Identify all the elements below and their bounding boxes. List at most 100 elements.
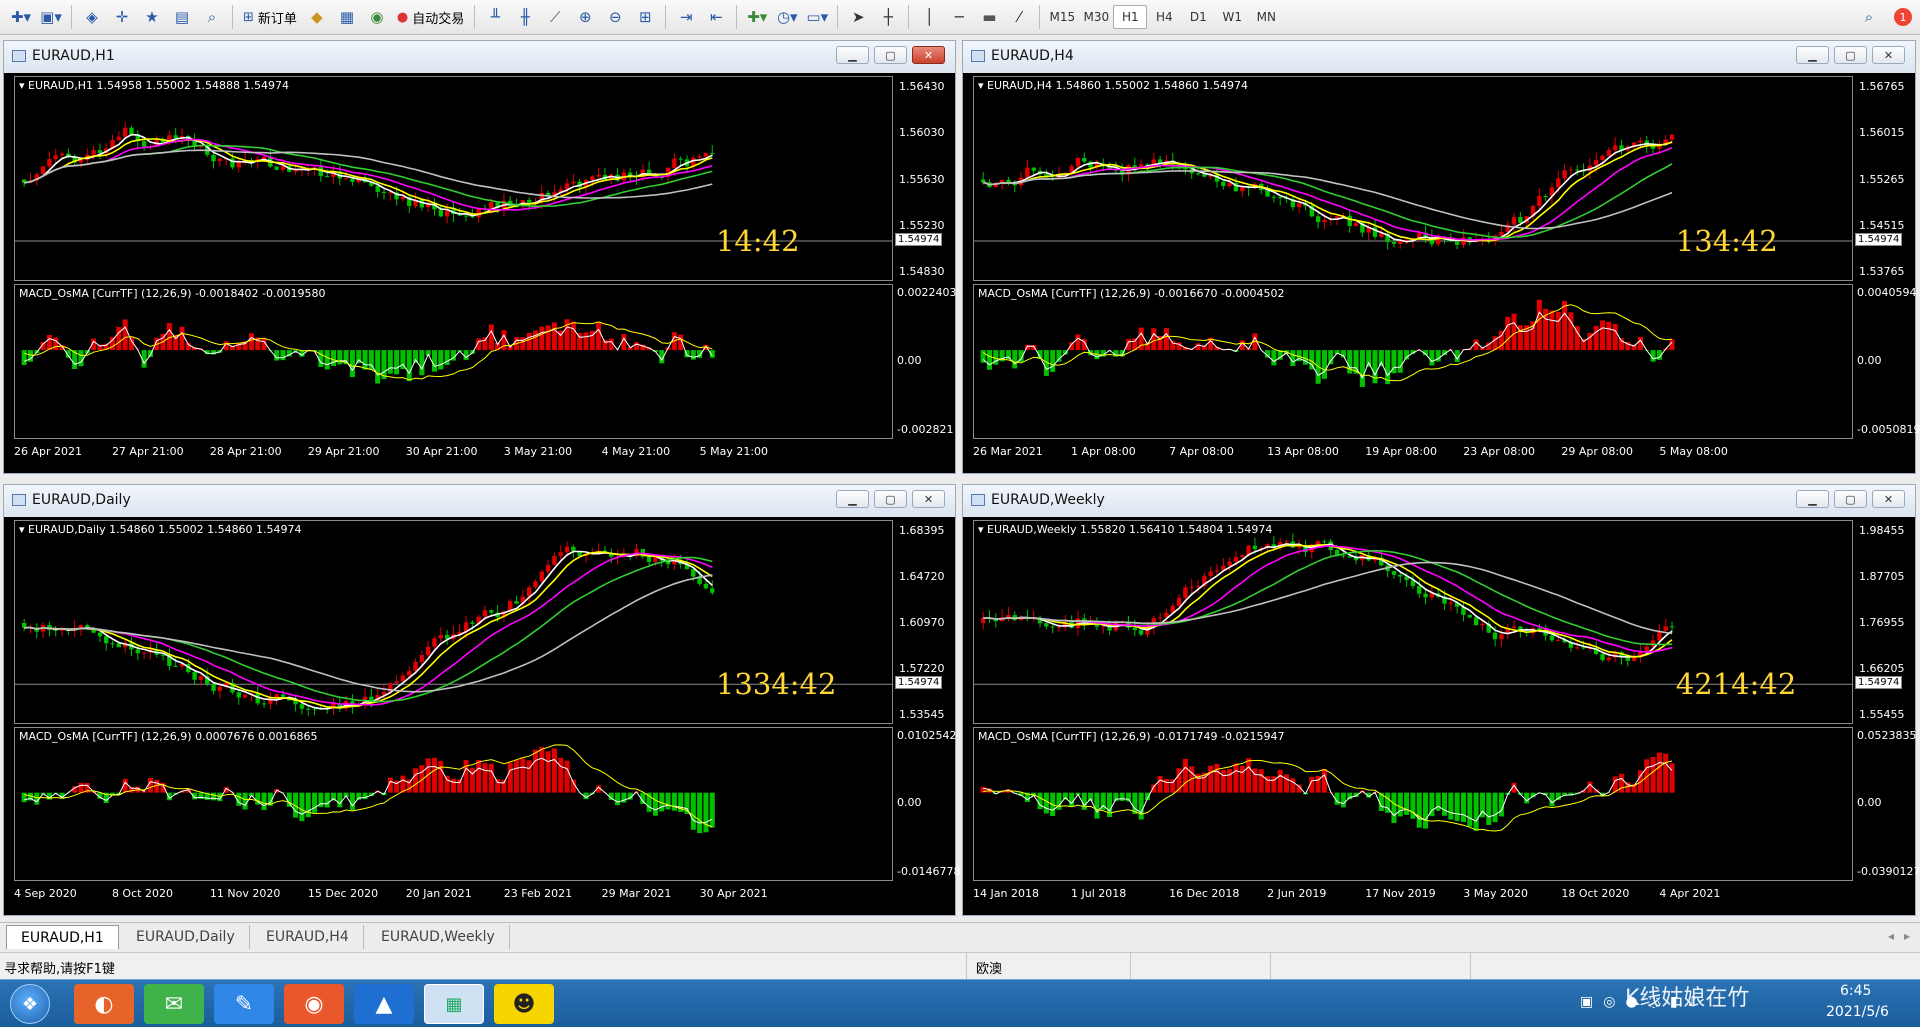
macd-pane[interactable]: MACD_OsMA [CurrTF] (12,26,9) -0.0018402 …: [14, 284, 893, 439]
close-button[interactable]: ✕: [1872, 46, 1905, 64]
tab-scroll-right-icon[interactable]: ▸: [1904, 929, 1910, 943]
window-controls: ▁ ▢ ✕: [836, 46, 945, 64]
candle-body: [97, 150, 103, 154]
taskbar-app-firefox-icon[interactable]: ◉: [284, 984, 344, 1024]
candle-body: [198, 676, 204, 680]
candle-body: [318, 167, 324, 177]
chart-window[interactable]: EURAUD,H4 ▁ ▢ ✕ ▾ EURAUD,H4 1.54860 1.55…: [962, 40, 1920, 474]
strategy-tester-icon[interactable]: ⌕: [199, 4, 225, 30]
tab-scroll-left-icon[interactable]: ◂: [1888, 929, 1894, 943]
close-button[interactable]: ✕: [912, 490, 945, 508]
search-icon[interactable]: ⌕: [1856, 4, 1882, 30]
taskbar-app-notes-icon[interactable]: ✎: [214, 984, 274, 1024]
signals-icon[interactable]: ▦: [334, 4, 360, 30]
minimize-button[interactable]: ▁: [836, 490, 869, 508]
macd-bar: [1505, 316, 1511, 351]
metaeditor-icon[interactable]: ◆: [304, 4, 330, 30]
macd-bar: [1593, 325, 1599, 351]
templates-icon[interactable]: ▭▾: [804, 4, 830, 30]
indicators-icon[interactable]: ✚▾: [744, 4, 770, 30]
macd-bar: [1340, 792, 1346, 808]
macd-scale-label: 0.0102542: [897, 729, 957, 742]
tf-button-m30[interactable]: M30: [1079, 5, 1113, 29]
macd-pane[interactable]: MACD_OsMA [CurrTF] (12,26,9) -0.0016670 …: [973, 284, 1853, 439]
navigator-icon[interactable]: ★: [139, 4, 165, 30]
tf-button-d1[interactable]: D1: [1181, 5, 1215, 29]
macd-bar: [337, 350, 343, 365]
notification-badge[interactable]: 1: [1894, 8, 1912, 26]
taskbar-app-maps-icon[interactable]: ▲: [354, 984, 414, 1024]
chart-window[interactable]: EURAUD,Weekly ▁ ▢ ✕ ▾ EURAUD,Weekly 1.55…: [962, 484, 1920, 916]
tab-euraud-weekly[interactable]: EURAUD,Weekly: [367, 925, 510, 949]
tab-euraud-daily[interactable]: EURAUD,Daily: [122, 925, 250, 949]
market-icon[interactable]: ◉: [364, 4, 390, 30]
start-button[interactable]: ❖: [10, 984, 50, 1024]
tf-button-w1[interactable]: W1: [1215, 5, 1249, 29]
tile-windows-icon[interactable]: ⊞: [632, 4, 658, 30]
maximize-button[interactable]: ▢: [1834, 490, 1867, 508]
profiles-icon[interactable]: ▣▾: [38, 4, 64, 30]
crosshair-icon[interactable]: ┼: [875, 4, 901, 30]
zoom-in-icon[interactable]: ⊕: [572, 4, 598, 30]
tf-button-mn[interactable]: MN: [1249, 5, 1283, 29]
tf-button-h4[interactable]: H4: [1147, 5, 1181, 29]
maximize-button[interactable]: ▢: [1834, 46, 1867, 64]
candle-body: [1271, 196, 1277, 198]
maximize-button[interactable]: ▢: [874, 46, 907, 64]
chart-window-titlebar[interactable]: EURAUD,H4: [963, 41, 1915, 71]
chart-window[interactable]: EURAUD,H1 ▁ ▢ ✕ ▾ EURAUD,H1 1.54958 1.55…: [3, 40, 957, 474]
close-button[interactable]: ✕: [912, 46, 945, 64]
minimize-button[interactable]: ▁: [836, 46, 869, 64]
taskbar-app-mt4-icon[interactable]: ▦: [424, 984, 484, 1024]
chart-window-titlebar[interactable]: EURAUD,H1: [4, 41, 955, 71]
new-order-button[interactable]: ⊞ 新订单: [240, 4, 300, 30]
tf-button-m15[interactable]: M15: [1045, 5, 1079, 29]
cursor-icon[interactable]: ➤: [845, 4, 871, 30]
timeframe-bar: M15 M30 H1 H4 D1 W1 MN: [1045, 5, 1283, 29]
vertical-line-icon[interactable]: │: [916, 4, 942, 30]
channel-icon[interactable]: ▬: [976, 4, 1002, 30]
horizontal-line-icon[interactable]: ─: [946, 4, 972, 30]
data-window-icon[interactable]: ✛: [109, 4, 135, 30]
periods-icon[interactable]: ◷▾: [774, 4, 800, 30]
taskbar-app-chat-icon[interactable]: ☻: [494, 984, 554, 1024]
tab-euraud-h1[interactable]: EURAUD,H1: [6, 925, 119, 949]
chart-window-titlebar[interactable]: EURAUD,Weekly: [963, 485, 1915, 515]
clock-time[interactable]: 6:45: [1840, 983, 1871, 999]
minimize-button[interactable]: ▁: [1796, 46, 1829, 64]
candle-body: [1315, 216, 1321, 223]
macd-bar: [438, 760, 444, 793]
tf-button-h1[interactable]: H1: [1113, 5, 1148, 29]
toolbar-separator: [665, 5, 667, 29]
toolbar-separator: [908, 5, 910, 29]
auto-trade-button[interactable]: ● 自动交易: [394, 4, 467, 30]
macd-bar: [1650, 757, 1656, 793]
terminal-icon[interactable]: ▤: [169, 4, 195, 30]
macd-bar: [986, 350, 993, 370]
current-price-tag: 1.54974: [1855, 676, 1903, 690]
taskbar-app-browser-icon[interactable]: ◐: [74, 984, 134, 1024]
market-watch-icon[interactable]: ◈: [79, 4, 105, 30]
autoscroll-icon[interactable]: ⇥: [673, 4, 699, 30]
maximize-button[interactable]: ▢: [874, 490, 907, 508]
macd-bar: [1562, 300, 1568, 351]
macd-bar: [539, 326, 545, 351]
chart-shift-icon[interactable]: ⇤: [703, 4, 729, 30]
chart-window-titlebar[interactable]: EURAUD,Daily: [4, 485, 955, 515]
macd-bar: [1170, 340, 1176, 351]
bar-chart-icon[interactable]: ╨: [482, 4, 508, 30]
zoom-out-icon[interactable]: ⊖: [602, 4, 628, 30]
macd-pane[interactable]: MACD_OsMA [CurrTF] (12,26,9) 0.0007676 0…: [14, 727, 893, 881]
line-chart-icon[interactable]: ⟋: [542, 4, 568, 30]
tab-euraud-h4[interactable]: EURAUD,H4: [252, 925, 364, 949]
trendline-icon[interactable]: ⁄: [1006, 4, 1032, 30]
macd-bar: [1271, 350, 1277, 366]
clock-date[interactable]: 2021/5/6: [1826, 1004, 1889, 1020]
macd-pane[interactable]: MACD_OsMA [CurrTF] (12,26,9) -0.0171749 …: [973, 727, 1853, 881]
candlestick-icon[interactable]: ╫: [512, 4, 538, 30]
close-button[interactable]: ✕: [1872, 490, 1905, 508]
taskbar-app-wechat-icon[interactable]: ✉: [144, 984, 204, 1024]
minimize-button[interactable]: ▁: [1796, 490, 1829, 508]
chart-window[interactable]: EURAUD,Daily ▁ ▢ ✕ ▾ EURAUD,Daily 1.5486…: [3, 484, 960, 916]
new-chart-icon[interactable]: ✚▾: [8, 4, 34, 30]
